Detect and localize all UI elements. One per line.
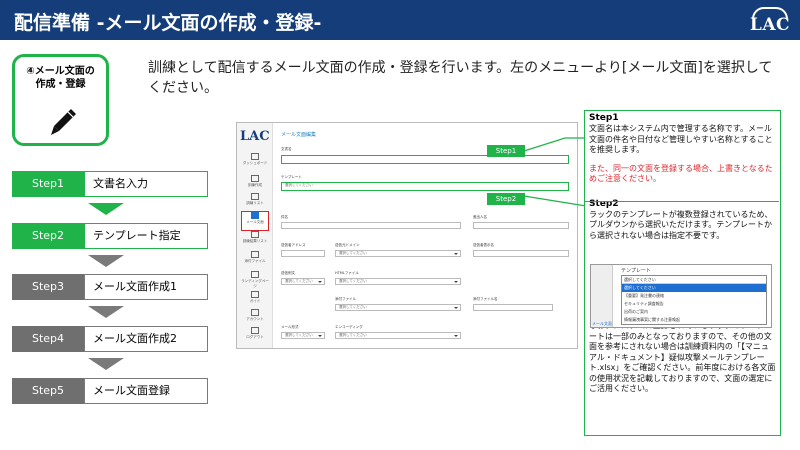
template-option[interactable]: 【重要】発注書の連絡 bbox=[622, 292, 766, 300]
template-option[interactable]: 選択してください bbox=[622, 284, 766, 292]
step2-body: ラックのテンプレートが複数登録されているため、プルダウンから選択いただけます。テ… bbox=[589, 209, 773, 240]
step1-warning: また、同一の文面を登録する場合、上書きとなるためご注意ください。 bbox=[589, 163, 773, 184]
callout-divider bbox=[585, 201, 779, 202]
template-option[interactable]: 選択してください bbox=[622, 276, 766, 284]
step2-note: なお、システムに登録されているラックのテンプレートは一部のみとなっておりますので… bbox=[589, 321, 776, 393]
template-dropdown-screenshot: メール文面 テンプレート 選択してください 選択してください 【重要】発注書の連… bbox=[590, 264, 772, 328]
mini-template-label: テンプレート bbox=[621, 268, 651, 274]
template-option[interactable]: 情報漏洩事案に関する注意喚起 bbox=[622, 316, 766, 324]
template-option[interactable]: セキュリティ調査報告 bbox=[622, 300, 766, 308]
mini-sidebar: メール文面 bbox=[591, 265, 613, 327]
mini-sidebar-label: メール文面 bbox=[592, 321, 612, 326]
step1-body: 文面名は本システム内で管理する名称です。メール文面の件名や日付など管理しやすい名… bbox=[589, 124, 773, 154]
step1-tag: Step1 bbox=[487, 145, 525, 157]
step1-title: Step1 bbox=[589, 113, 619, 123]
step2-tag: Step2 bbox=[487, 193, 525, 205]
template-option[interactable]: 出荷のご案内 bbox=[622, 308, 766, 316]
template-options-list: 選択してください 選択してください 【重要】発注書の連絡 セキュリティ調査報告 … bbox=[621, 275, 767, 325]
